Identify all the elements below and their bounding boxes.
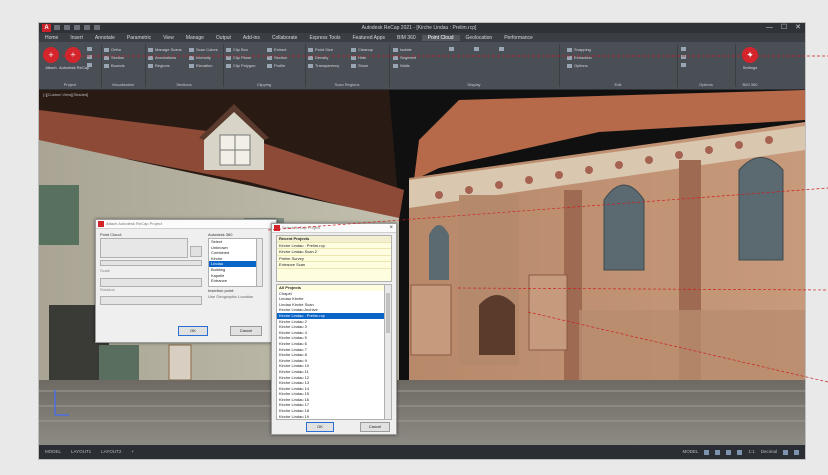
callout-line (267, 187, 828, 231)
callout-lines (62, 55, 828, 383)
callout-line (457, 287, 828, 291)
callout-line (527, 311, 828, 383)
